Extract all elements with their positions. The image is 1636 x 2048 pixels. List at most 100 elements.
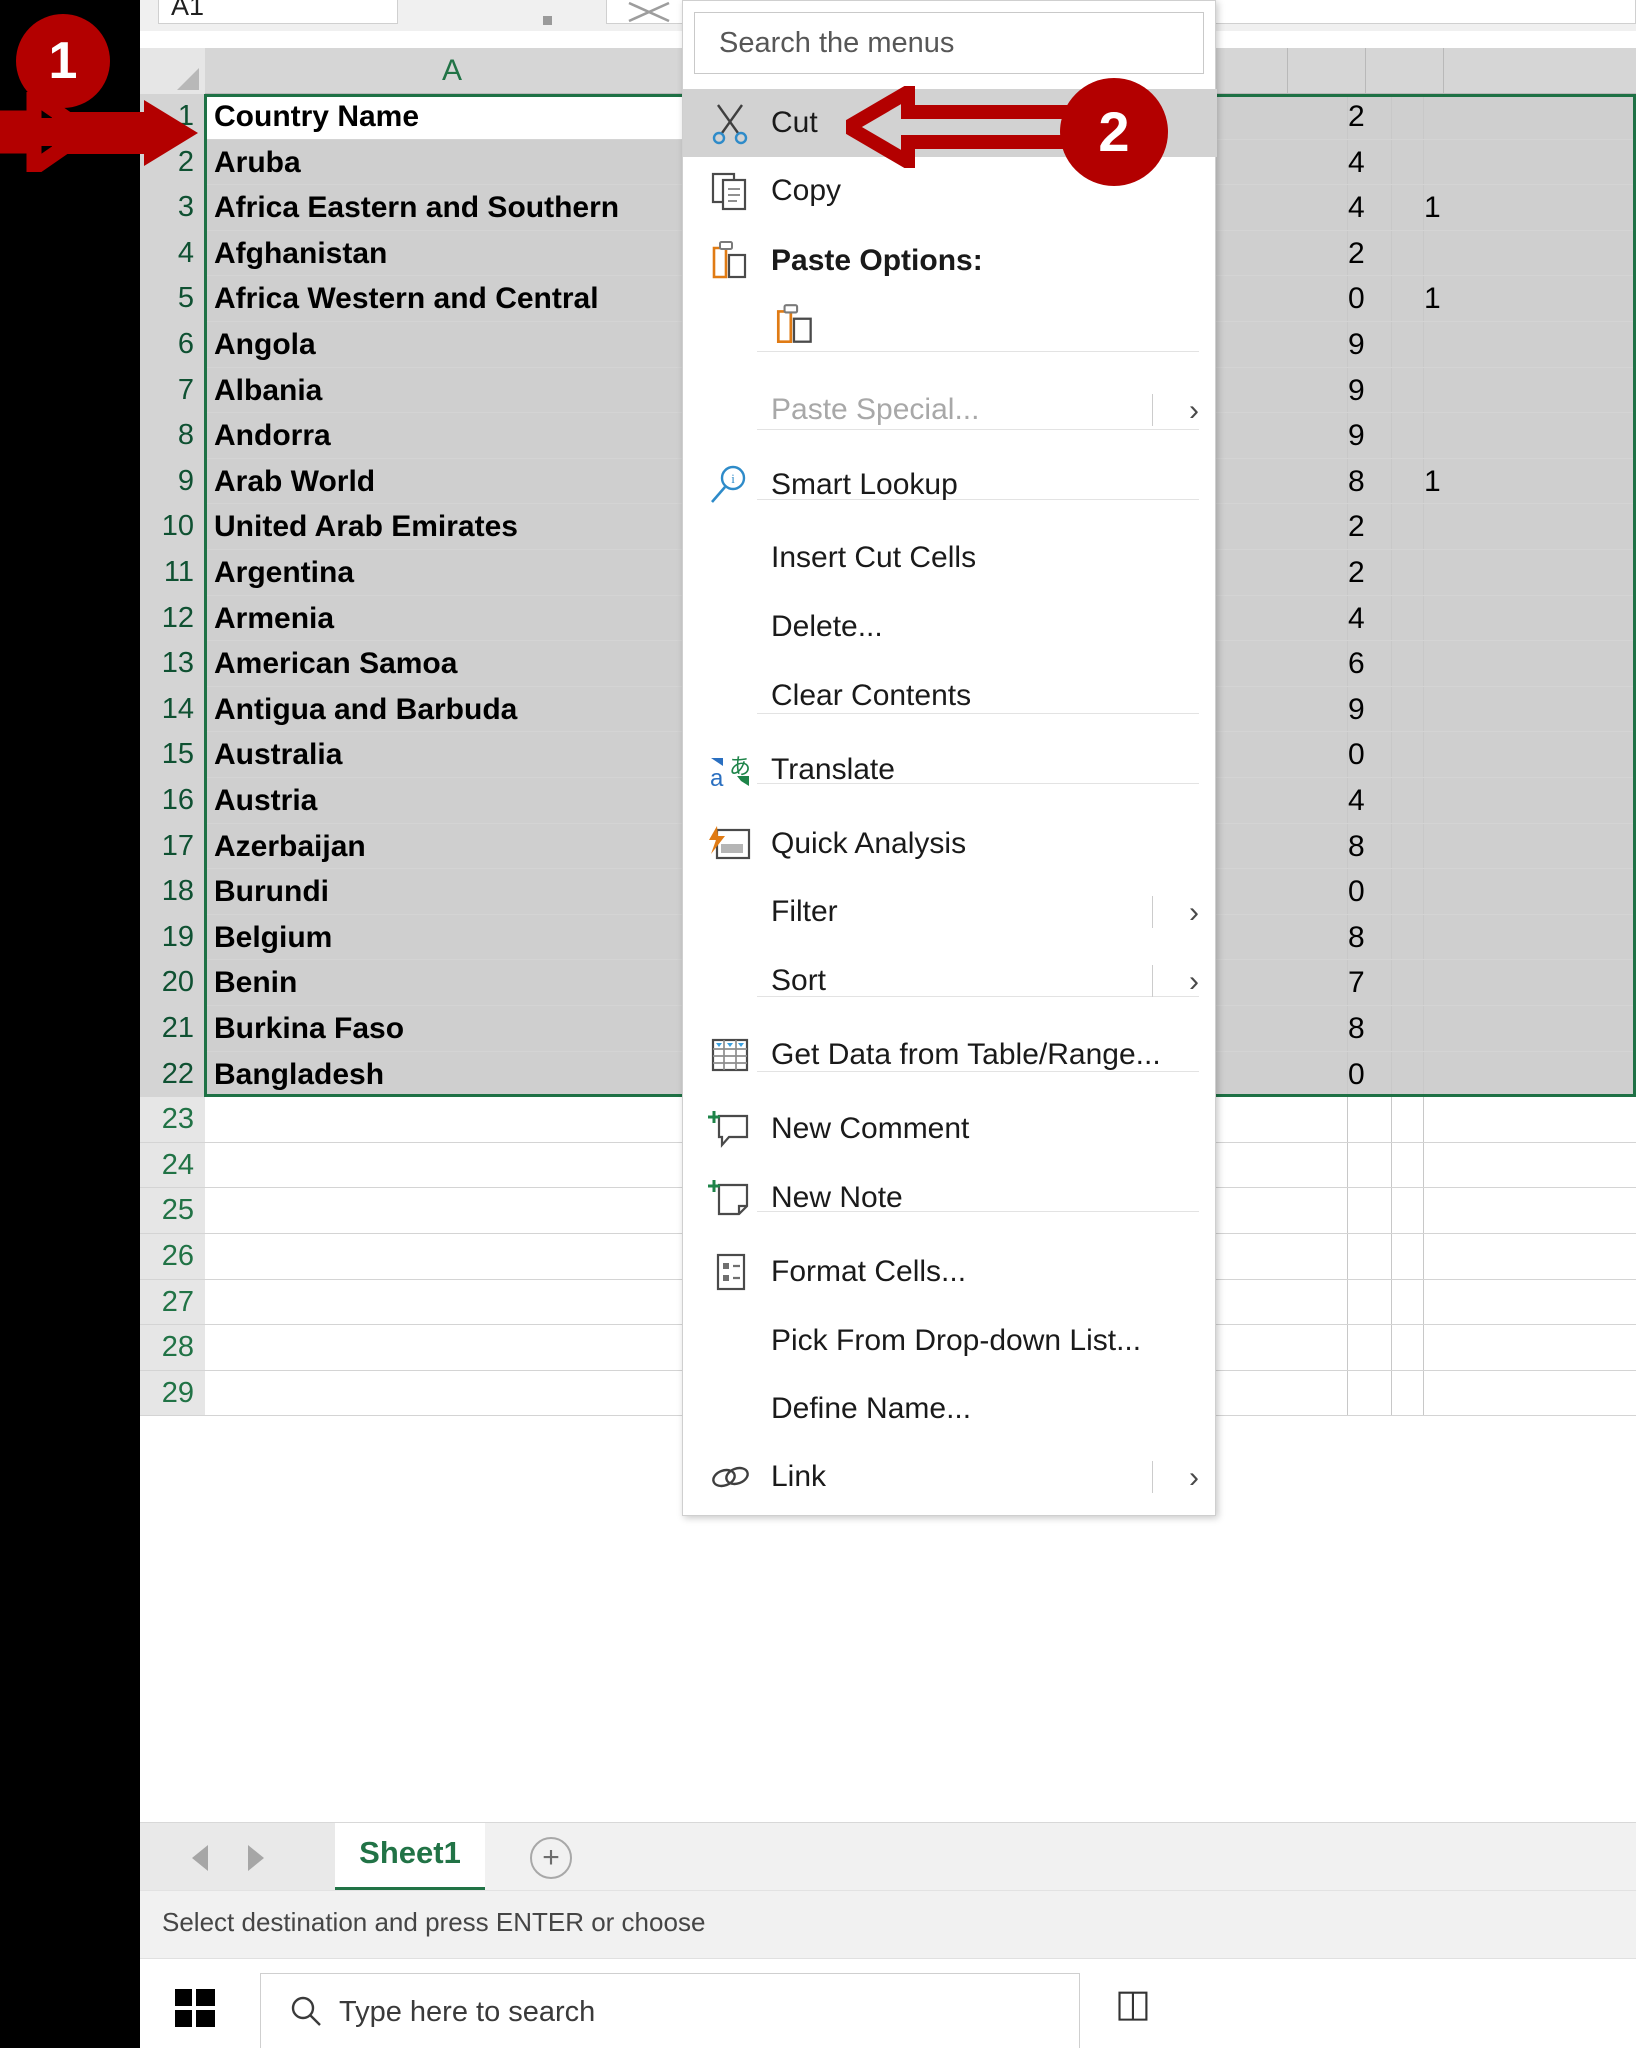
row-header[interactable]: 4	[140, 231, 205, 277]
cell-tail-group[interactable]: 6	[1178, 641, 1636, 687]
cell-column-e[interactable]	[1392, 596, 1424, 641]
menu-item-define-name[interactable]: Define Name...	[683, 1375, 1217, 1443]
cell-column-f-value[interactable]: 1	[1424, 459, 1504, 504]
cell-column-a[interactable]: Afghanistan	[205, 231, 700, 277]
taskbar-search-input[interactable]: Type here to search	[260, 1973, 1080, 2048]
cell-column-a[interactable]: Africa Eastern and Southern	[205, 185, 700, 231]
cell-column-a[interactable]: United Arab Emirates	[205, 504, 700, 550]
cell-column-d-value[interactable]	[1348, 1143, 1392, 1188]
cell-column-f-value[interactable]	[1424, 231, 1504, 276]
cell-column-f-value[interactable]	[1424, 94, 1504, 139]
cell-column-f-value[interactable]	[1424, 1325, 1504, 1370]
row-header[interactable]: 28	[140, 1325, 205, 1371]
cell-column-e[interactable]	[1392, 869, 1424, 914]
cell-column-f-value[interactable]	[1424, 550, 1504, 595]
row-header[interactable]: 18	[140, 869, 205, 915]
cell-column-a[interactable]: Aruba	[205, 140, 700, 186]
cell-column-d-value[interactable]: 0	[1348, 732, 1392, 777]
cell-tail-group[interactable]	[1178, 1371, 1636, 1417]
menu-item-sort[interactable]: Sort›	[683, 947, 1217, 1015]
menu-item-quick-analysis[interactable]: Quick Analysis	[683, 810, 1217, 878]
menu-item-new-comment[interactable]: New Comment	[683, 1095, 1217, 1163]
menu-item-delete[interactable]: Delete...	[683, 593, 1217, 661]
cell-column-a[interactable]: American Samoa	[205, 641, 700, 687]
name-box[interactable]: A1	[158, 0, 398, 24]
cell-column-f-value[interactable]	[1424, 687, 1504, 732]
cell-tail-group[interactable]: 9	[1178, 687, 1636, 733]
cell-column-e[interactable]	[1392, 94, 1424, 139]
cell-column-f-value[interactable]	[1424, 1234, 1504, 1279]
cell-column-a[interactable]: Benin	[205, 960, 700, 1006]
chevron-right-icon[interactable]: ›	[1189, 965, 1199, 999]
row-header[interactable]: 8	[140, 413, 205, 459]
cell-column-d-value[interactable]	[1348, 1188, 1392, 1233]
menu-item-link[interactable]: Link›	[683, 1443, 1217, 1511]
cell-column-a[interactable]: Albania	[205, 368, 700, 414]
cell-column-f-value[interactable]	[1424, 641, 1504, 686]
cell-column-e[interactable]	[1392, 550, 1424, 595]
cell-column-d-value[interactable]: 9	[1348, 413, 1392, 458]
cell-column-d-value[interactable]: 4	[1348, 778, 1392, 823]
cell-column-e[interactable]	[1392, 824, 1424, 869]
cell-column-f-value[interactable]	[1424, 1280, 1504, 1325]
cell-column-d-value[interactable]: 8	[1348, 824, 1392, 869]
menu-item-smart-lookup[interactable]: i Smart Lookup	[683, 451, 1217, 519]
row-header[interactable]: 3	[140, 185, 205, 231]
cell-tail-group[interactable]: 81	[1178, 459, 1636, 505]
cell-column-e[interactable]	[1392, 368, 1424, 413]
cell-column-f-value[interactable]	[1424, 504, 1504, 549]
menu-item-translate[interactable]: a あ Translate	[683, 736, 1217, 804]
cell-column-a[interactable]: Australia	[205, 732, 700, 778]
cell-tail-group[interactable]: 7	[1178, 960, 1636, 1006]
cell-tail-group[interactable]: 4	[1178, 140, 1636, 186]
cancel-formula-button[interactable]	[606, 0, 690, 24]
cell-column-a[interactable]: Andorra	[205, 413, 700, 459]
cell-column-e[interactable]	[1392, 778, 1424, 823]
row-header[interactable]: 24	[140, 1143, 205, 1189]
cell-column-f-value[interactable]	[1424, 368, 1504, 413]
cell-tail-group[interactable]: 0	[1178, 732, 1636, 778]
cell-tail-group[interactable]	[1178, 1325, 1636, 1371]
cell-column-d-value[interactable]	[1348, 1371, 1392, 1416]
cell-tail-group[interactable]: 8	[1178, 824, 1636, 870]
cell-tail-group[interactable]: 4	[1178, 596, 1636, 642]
cell-column-e[interactable]	[1392, 322, 1424, 367]
cell-column-a[interactable]: Austria	[205, 778, 700, 824]
row-header[interactable]: 29	[140, 1371, 205, 1417]
select-all-corner[interactable]	[140, 48, 205, 94]
column-header-d[interactable]	[1288, 48, 1366, 94]
row-header[interactable]: 10	[140, 504, 205, 550]
cell-column-d-value[interactable]: 4	[1348, 596, 1392, 641]
cell-tail-group[interactable]: 9	[1178, 413, 1636, 459]
cell-column-a[interactable]: Burundi	[205, 869, 700, 915]
cell-column-d-value[interactable]: 2	[1348, 231, 1392, 276]
cell-column-d-value[interactable]: 8	[1348, 459, 1392, 504]
cell-column-f-value[interactable]	[1424, 1188, 1504, 1233]
chevron-right-icon[interactable]: ›	[1189, 1461, 1199, 1495]
cell-context-menu[interactable]: Search the menus Cut Copy Paste Options:…	[682, 0, 1216, 1516]
cell-column-d-value[interactable]: 9	[1348, 322, 1392, 367]
cell-column-e[interactable]	[1392, 231, 1424, 276]
cell-column-a[interactable]: Antigua and Barbuda	[205, 687, 700, 733]
row-header[interactable]: 19	[140, 915, 205, 961]
cell-column-a[interactable]	[205, 1371, 700, 1417]
cell-column-e[interactable]	[1392, 140, 1424, 185]
row-header[interactable]: 25	[140, 1188, 205, 1234]
paste-option-keep-source-formatting-icon[interactable]	[771, 299, 819, 351]
task-view-icon[interactable]: ◫	[1115, 1981, 1151, 2026]
cell-column-d-value[interactable]: 0	[1348, 276, 1392, 321]
menu-item-filter[interactable]: Filter›	[683, 878, 1217, 946]
cell-column-f-value[interactable]: 1	[1424, 185, 1504, 230]
cell-column-d-value[interactable]	[1348, 1234, 1392, 1279]
cell-column-f-value[interactable]	[1424, 915, 1504, 960]
cell-tail-group[interactable]	[1178, 1234, 1636, 1280]
cell-column-a[interactable]	[205, 1234, 700, 1280]
row-header[interactable]: 6	[140, 322, 205, 368]
cell-column-d-value[interactable]: 0	[1348, 1052, 1392, 1097]
sheet-tab-sheet1[interactable]: Sheet1	[335, 1823, 485, 1891]
cell-tail-group[interactable]: 2	[1178, 231, 1636, 277]
cell-column-f-value[interactable]	[1424, 732, 1504, 777]
chevron-right-icon[interactable]: ›	[1189, 896, 1199, 930]
sheet-nav-buttons[interactable]	[140, 1823, 335, 1891]
row-header[interactable]: 9	[140, 459, 205, 505]
